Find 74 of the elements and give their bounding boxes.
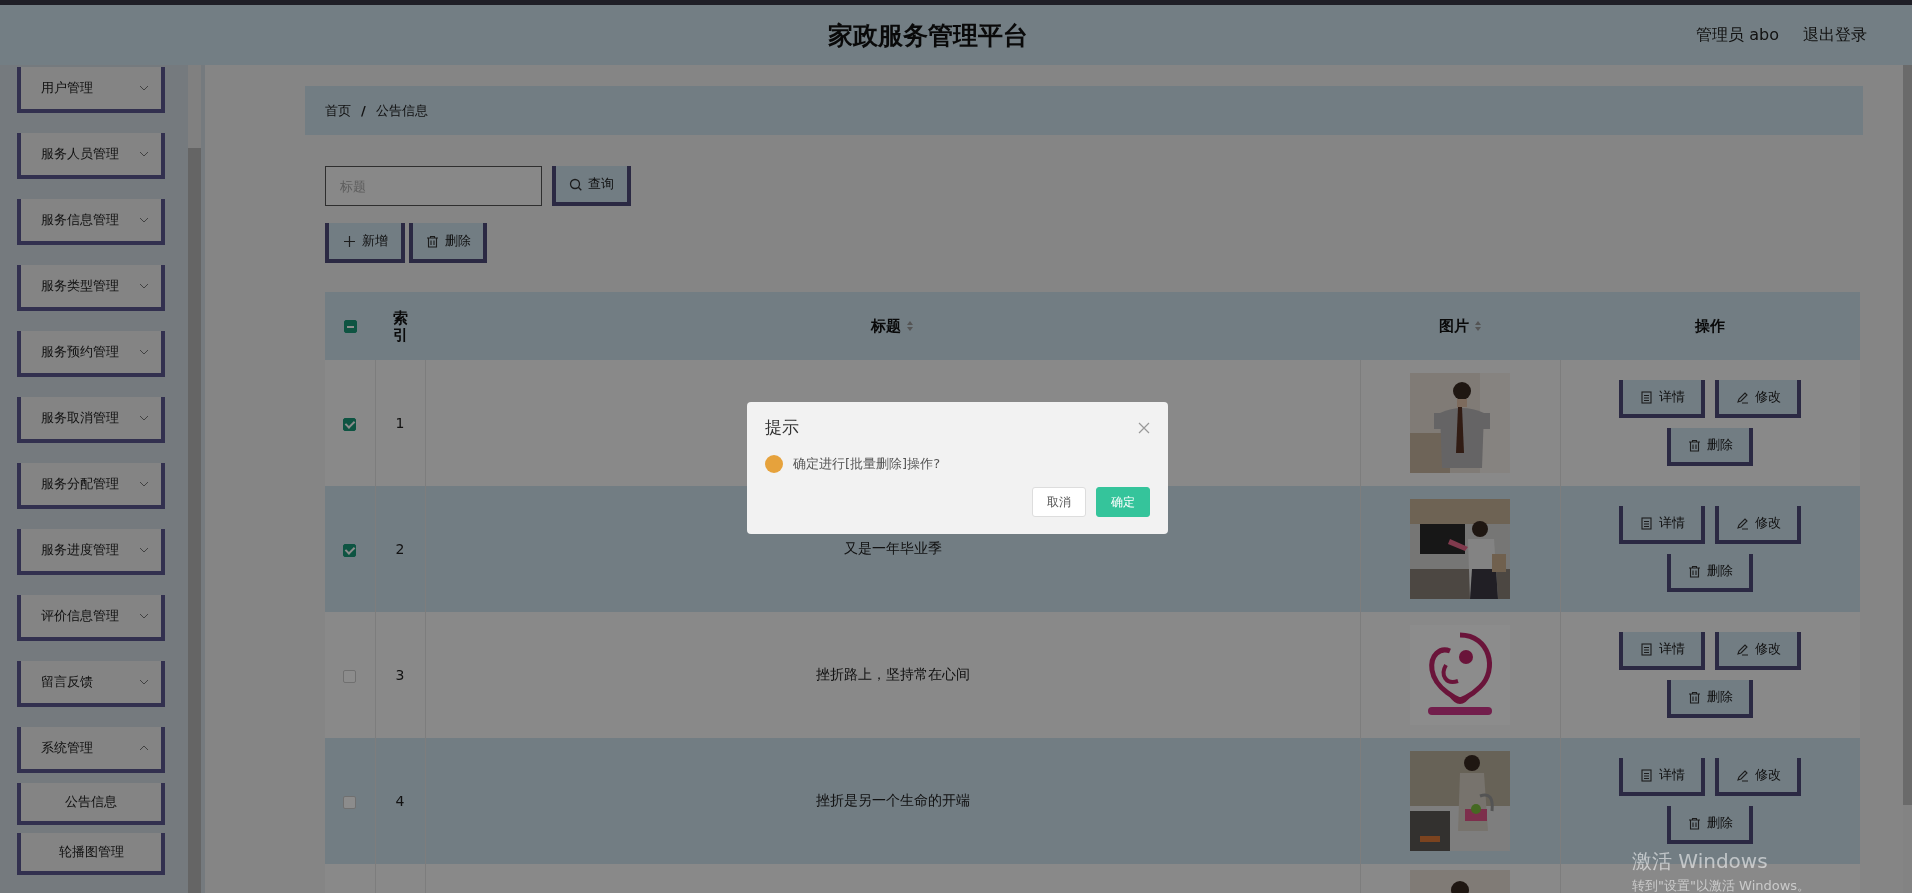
activation-text: 转到"设置"以激活 Windows。 [1632, 877, 1811, 893]
menu-item[interactable]: 服务取消管理 [17, 397, 165, 443]
delete-button[interactable]: 删除 [409, 223, 487, 263]
add-button[interactable]: 新增 [325, 223, 405, 263]
breadcrumb-item: 公告信息 [375, 101, 428, 120]
search-icon [569, 177, 582, 191]
trash-icon [425, 234, 439, 248]
index-cell: 1 [395, 415, 405, 431]
pencil-icon [1735, 516, 1749, 530]
document-icon [1639, 768, 1653, 782]
detail-button[interactable]: 详情 [1619, 506, 1706, 544]
menu-item[interactable]: 服务类型管理 [17, 265, 165, 311]
edit-button[interactable]: 修改 [1715, 632, 1802, 670]
detail-button[interactable]: 详情 [1619, 632, 1706, 670]
pencil-icon [1735, 642, 1749, 656]
index-cell: 2 [395, 541, 405, 557]
scrollbar-thumb[interactable] [1903, 65, 1912, 805]
column-header: 索引 [392, 310, 408, 343]
trash-icon [1687, 690, 1701, 704]
document-icon [1639, 390, 1653, 404]
column-header[interactable]: 标题 [871, 316, 901, 336]
pencil-icon [1735, 390, 1749, 404]
plus-icon [342, 234, 356, 248]
edit-button[interactable]: 修改 [1715, 506, 1802, 544]
document-icon [1639, 516, 1653, 530]
index-cell: 4 [395, 793, 405, 809]
logout-link[interactable]: 退出登录 [1803, 24, 1867, 46]
index-cell: 3 [395, 667, 405, 683]
menu-item[interactable]: 服务分配管理 [17, 463, 165, 509]
search-button[interactable]: 查询 [552, 166, 631, 206]
menu-item[interactable]: 服务进度管理 [17, 529, 165, 575]
checkbox[interactable] [343, 669, 357, 683]
menu-item[interactable]: 服务信息管理 [17, 199, 165, 245]
app-title: 家政服务管理平台 [827, 19, 1030, 52]
detail-button[interactable]: 详情 [1619, 380, 1706, 418]
checkbox[interactable] [343, 320, 357, 333]
menu-item[interactable]: 用户管理 [17, 67, 165, 113]
menu-item[interactable]: 服务人员管理 [17, 133, 165, 179]
close-icon [1138, 421, 1150, 434]
submenu-item[interactable]: 轮播图管理 [17, 833, 165, 875]
activation-title: 激活 Windows [1632, 848, 1769, 875]
title-cell: 挫折路上，坚持常在心间 [815, 666, 970, 682]
breadcrumb-item[interactable]: 首页 [325, 101, 351, 120]
delete-button[interactable]: 删除 [1667, 680, 1754, 718]
delete-button[interactable]: 删除 [1667, 806, 1754, 844]
scrollbar-thumb[interactable] [188, 148, 201, 893]
title-cell: 挫折是另一个生命的开端 [815, 792, 970, 808]
checkbox[interactable] [343, 795, 357, 809]
checkbox[interactable] [343, 543, 357, 557]
user-name: 管理员 abo [1696, 24, 1779, 46]
dialog-title: 提示 [765, 416, 799, 439]
cancel-button[interactable]: 取消 [1032, 487, 1086, 517]
trash-icon [1687, 438, 1701, 452]
delete-button[interactable]: 删除 [1667, 554, 1754, 592]
edit-button[interactable]: 修改 [1715, 380, 1802, 418]
submenu-item[interactable]: 公告信息 [17, 783, 165, 825]
column-header[interactable]: 图片 [1438, 316, 1469, 336]
menu-item[interactable]: 留言反馈 [17, 661, 165, 707]
delete-button[interactable]: 删除 [1667, 428, 1754, 466]
menu-item[interactable]: 系统管理 [17, 727, 165, 773]
menu-item[interactable]: 服务预约管理 [17, 331, 165, 377]
edit-button[interactable]: 修改 [1715, 758, 1802, 796]
menu-item[interactable]: 评价信息管理 [17, 595, 165, 641]
column-header: 操作 [1695, 316, 1725, 336]
trash-icon [1687, 564, 1701, 578]
pencil-icon [1735, 768, 1749, 782]
dialog-message: 确定进行[批量删除]操作? [793, 455, 941, 473]
checkbox[interactable] [343, 417, 357, 431]
detail-button[interactable]: 详情 [1619, 758, 1706, 796]
trash-icon [1687, 816, 1701, 830]
breadcrumb-separator: / [361, 103, 366, 118]
title-cell: 又是一年毕业季 [843, 540, 942, 556]
document-icon [1639, 642, 1653, 656]
warning-icon [765, 455, 783, 473]
